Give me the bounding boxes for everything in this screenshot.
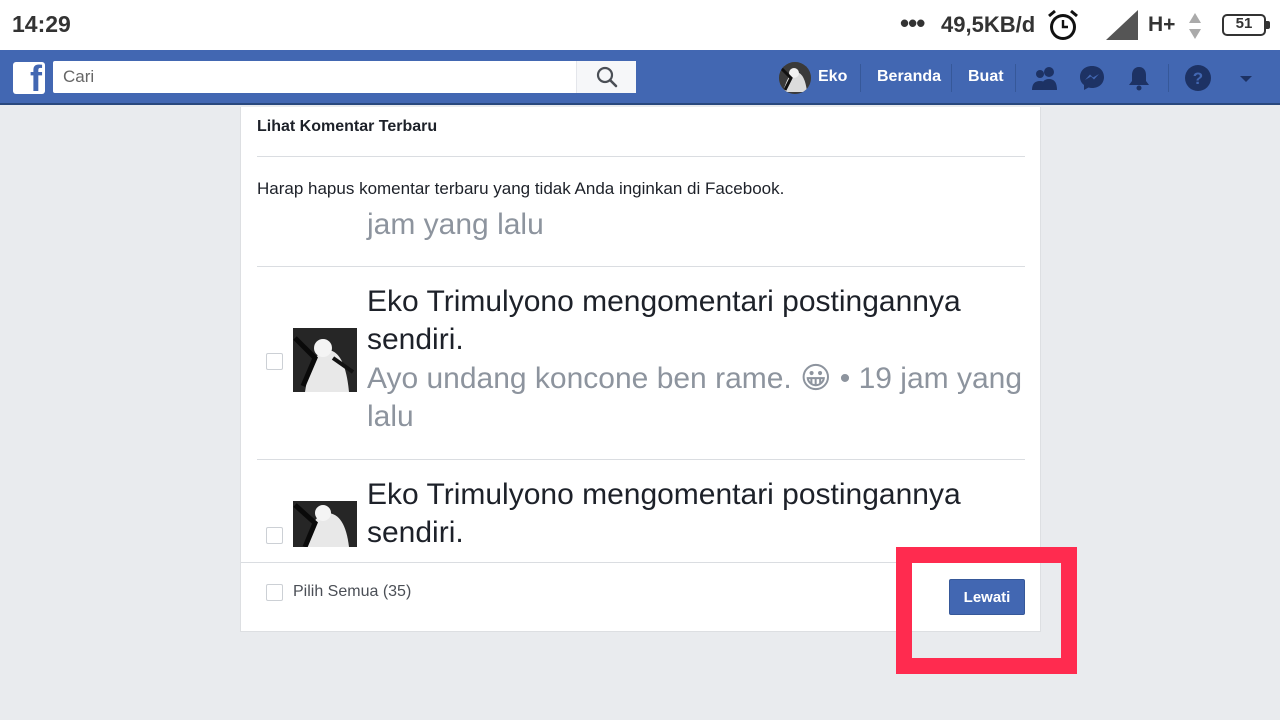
comment-checkbox[interactable] [266,353,283,370]
partial-comment-time: jam yang lalu [367,208,544,241]
status-bar: 14:29 ••• 49,5KB/d H+ 51 [0,0,1280,50]
comment-headline: Eko Trimulyono mengomentari postingannya… [367,478,961,549]
notifications-icon[interactable] [1125,64,1153,92]
grinning-emoji-icon: 😀 [800,362,832,395]
battery-icon: 51 [1222,14,1270,36]
divider [257,459,1025,460]
comment-text: Ayo undang koncone ben rame. [367,362,792,395]
battery-level: 51 [1235,15,1253,32]
annotation-highlight [896,547,1077,674]
messenger-icon[interactable] [1078,64,1106,92]
facebook-header: f Eko Beranda Buat [0,50,1280,105]
search-input[interactable] [53,61,576,93]
logo-letter: f [30,62,42,94]
nav-home-link[interactable]: Beranda [877,68,941,86]
comment-checkbox[interactable] [266,527,283,544]
comment-headline: Eko Trimulyono mengomentari postingannya… [367,285,961,356]
status-network: H+ [1148,13,1176,36]
facebook-logo-icon[interactable]: f [13,62,45,94]
select-all-label[interactable]: Pilih Semua (35) [293,583,411,601]
card-description: Harap hapus komentar terbaru yang tidak … [257,179,785,198]
comment-thumbnail [293,501,357,547]
alarm-clock-icon [1048,9,1078,40]
friends-icon[interactable] [1031,64,1059,92]
card-title: Lihat Komentar Terbaru [257,118,438,135]
search-button[interactable] [576,61,636,93]
nav-profile-name[interactable]: Eko [818,68,847,86]
search-icon [596,66,617,88]
comment-body: Ayo undang koncone ben rame. 😀 • 19 jam … [367,360,1027,436]
status-dots: ••• [900,8,925,38]
divider [257,156,1025,157]
svg-text:?: ? [1193,69,1203,88]
search-box [53,61,636,93]
divider [257,266,1025,267]
status-speed: 49,5KB/d [941,12,1036,37]
nav-divider [860,64,861,92]
nav-create-link[interactable]: Buat [968,68,1004,86]
nav-divider [1168,64,1169,92]
signal-icon [1106,10,1138,40]
status-time: 14:29 [12,11,71,37]
nav-divider [1015,64,1016,92]
dropdown-caret-icon[interactable] [1232,64,1260,92]
comment-thumbnail [293,328,357,392]
select-all-checkbox[interactable] [266,584,283,601]
data-arrows-icon [1189,13,1201,39]
profile-avatar[interactable] [779,62,811,94]
help-icon[interactable]: ? [1184,64,1212,92]
nav-divider [951,64,952,92]
